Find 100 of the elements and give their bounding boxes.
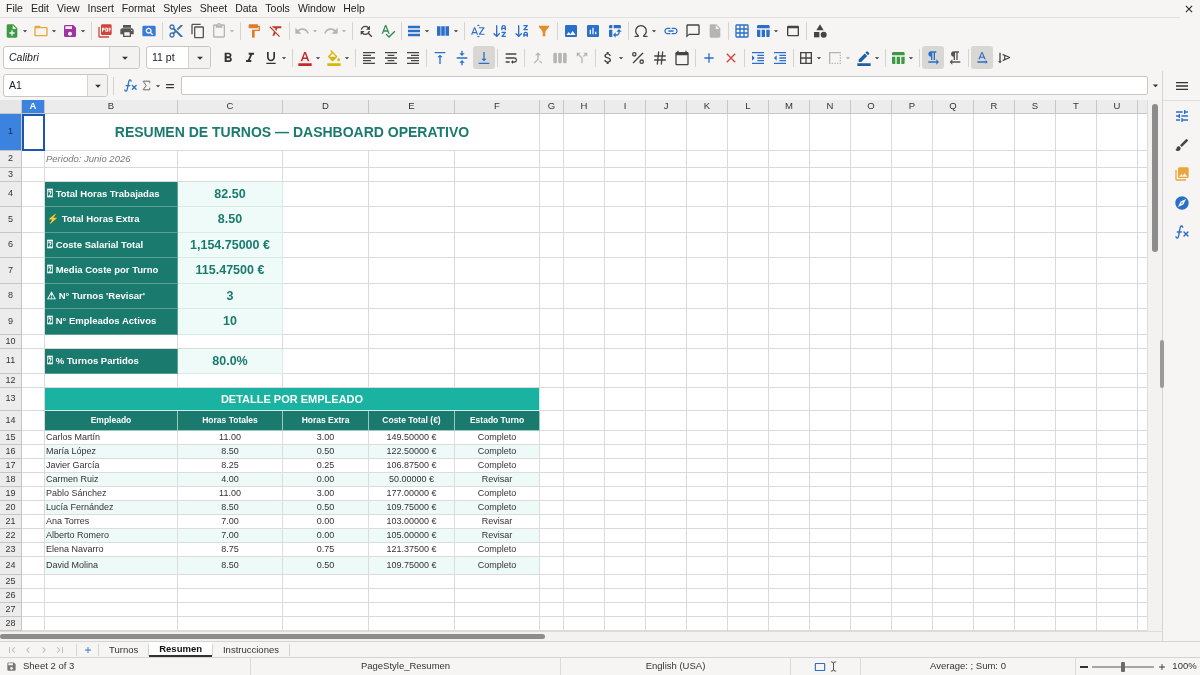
row-header[interactable]: 27 <box>0 603 22 617</box>
function-icon <box>122 78 138 93</box>
font-name-field[interactable]: Calibri <box>3 46 140 69</box>
menu-item[interactable]: Data <box>231 0 262 17</box>
table-cell: Carmen Ruiz <box>45 473 178 487</box>
row-header[interactable]: 5 <box>0 207 22 233</box>
zoom-slider[interactable] <box>1092 661 1154 672</box>
row-header[interactable]: 7 <box>0 258 22 284</box>
percent-icon <box>630 49 646 66</box>
column-header[interactable]: S <box>1015 100 1056 114</box>
table-cell: Completo <box>455 557 540 575</box>
column-header[interactable]: E <box>369 100 455 114</box>
menu-item[interactable]: View <box>53 0 84 17</box>
scrollbar-thumb[interactable] <box>1152 104 1158 252</box>
row-header[interactable]: 23 <box>0 543 22 557</box>
formula-input-field[interactable] <box>181 76 1148 95</box>
menu-item[interactable]: Styles <box>159 0 196 17</box>
column-header[interactable]: U <box>1097 100 1138 114</box>
column-header[interactable]: F <box>455 100 540 114</box>
row-header[interactable]: 8 <box>0 284 22 309</box>
menu-item[interactable]: File <box>2 0 27 17</box>
column-header[interactable]: C <box>178 100 283 114</box>
row-header[interactable]: 11 <box>0 349 22 374</box>
row-header[interactable]: 26 <box>0 589 22 603</box>
menu-item[interactable]: Help <box>339 0 369 17</box>
align-bottom-button[interactable] <box>473 46 495 69</box>
row-header[interactable]: 12 <box>0 374 22 388</box>
column-header[interactable]: J <box>646 100 687 114</box>
row-header[interactable]: 9 <box>0 309 22 335</box>
table-cell: 8.50 <box>178 557 283 575</box>
column-header[interactable]: A <box>22 100 45 114</box>
spreadsheet-grid[interactable] <box>0 114 1147 631</box>
menu-item[interactable]: Sheet <box>195 0 232 17</box>
selected-cell[interactable] <box>22 114 45 151</box>
row-header[interactable]: 1 <box>0 114 22 151</box>
kpi-value: 1,154.75000 € <box>178 233 283 258</box>
vertical-scrollbar[interactable] <box>1147 100 1162 631</box>
slider-thumb[interactable] <box>1121 661 1125 672</box>
function-icon <box>1173 224 1190 240</box>
column-header[interactable]: O <box>851 100 892 114</box>
paragraph-ltr-button[interactable] <box>922 46 944 69</box>
row-header[interactable]: 15 <box>0 431 22 445</box>
window-icon <box>785 23 801 39</box>
column-header[interactable]: L <box>728 100 769 114</box>
align-left-icon <box>361 49 377 66</box>
column-header[interactable]: B <box>45 100 178 114</box>
menu-item[interactable]: Format <box>117 0 160 17</box>
horizontal-scrollbar[interactable] <box>0 631 1162 641</box>
row-header[interactable]: 20 <box>0 501 22 515</box>
row-header[interactable]: 28 <box>0 617 22 631</box>
menu-item[interactable]: Window <box>293 0 340 17</box>
row-header[interactable]: 19 <box>0 487 22 501</box>
column-heading: Estado Turno <box>455 411 540 431</box>
scrollbar-thumb[interactable] <box>0 634 545 639</box>
menu-item[interactable]: Edit <box>26 0 53 17</box>
row-header[interactable]: 22 <box>0 529 22 543</box>
kpi-value: 10 <box>178 309 283 335</box>
column-header[interactable]: H <box>564 100 605 114</box>
column-header[interactable]: G <box>540 100 564 114</box>
sidebar-handle[interactable] <box>1160 340 1164 388</box>
kpi-label: ⍰ Total Horas Trabajadas <box>45 182 178 207</box>
column-header[interactable]: R <box>974 100 1015 114</box>
column-header[interactable]: N <box>810 100 851 114</box>
row-header[interactable]: 10 <box>0 335 22 349</box>
save-icon <box>6 661 17 672</box>
row-header[interactable]: 4 <box>0 182 22 207</box>
pencil-icon <box>856 49 872 66</box>
row-header[interactable]: 14 <box>0 411 22 431</box>
cell-reference-field[interactable]: A1 <box>3 74 108 97</box>
row-header[interactable]: 18 <box>0 473 22 487</box>
column-header[interactable]: D <box>283 100 369 114</box>
menu-item[interactable]: Insert <box>83 0 118 17</box>
row-header[interactable]: 21 <box>0 515 22 529</box>
column-header[interactable]: I <box>605 100 646 114</box>
row-header[interactable]: 17 <box>0 459 22 473</box>
row-header[interactable]: 3 <box>0 168 22 182</box>
column-header[interactable]: P <box>892 100 933 114</box>
column-header[interactable]: Q <box>933 100 974 114</box>
column-header[interactable]: T <box>1056 100 1097 114</box>
compass-icon <box>1173 195 1190 211</box>
table-cell: 8.50 <box>178 501 283 515</box>
menu-item[interactable]: Tools <box>261 0 294 17</box>
photo-gallery-icon <box>1173 166 1190 182</box>
row-header[interactable]: 24 <box>0 557 22 575</box>
table-cell: Revisar <box>455 473 540 487</box>
table-cell: 4.00 <box>178 473 283 487</box>
font-color-icon <box>297 49 313 66</box>
text-horizontal-button[interactable] <box>971 46 993 69</box>
column-header[interactable]: M <box>769 100 810 114</box>
column-header[interactable]: K <box>687 100 728 114</box>
sheet-tab[interactable]: Instrucciones <box>213 642 289 657</box>
row-header[interactable]: 25 <box>0 575 22 589</box>
sheet-tab[interactable]: Turnos <box>99 642 149 657</box>
rows-icon <box>406 23 422 39</box>
sheet-tab[interactable]: Resumen <box>149 642 212 657</box>
font-size-field[interactable]: 11 pt <box>146 46 211 69</box>
row-header[interactable]: 13 <box>0 388 22 411</box>
row-header[interactable]: 6 <box>0 233 22 258</box>
row-header[interactable]: 2 <box>0 151 22 168</box>
row-header[interactable]: 16 <box>0 445 22 459</box>
